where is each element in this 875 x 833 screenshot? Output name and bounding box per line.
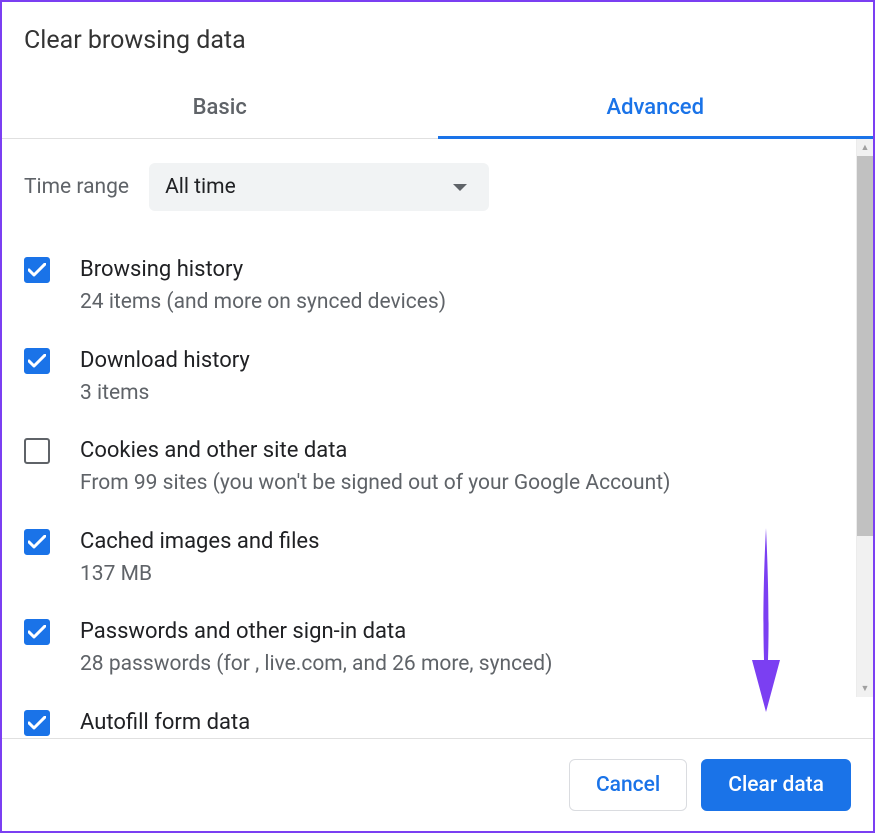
option-text: Browsing history24 items (and more on sy… [80,253,873,320]
option-description: 3 items [80,377,833,411]
time-range-row: Time range All time [2,163,873,241]
scroll-thumb[interactable] [857,156,873,536]
option-checkbox[interactable] [24,619,50,645]
clear-data-button[interactable]: Clear data [701,759,851,811]
chevron-down-icon [453,184,467,191]
tab-basic[interactable]: Basic [2,83,438,138]
option-title: Cached images and files [80,525,833,558]
option-description: 28 passwords (for , live.com, and 26 mor… [80,648,833,682]
vertical-scrollbar[interactable]: ▲ ▼ [856,139,873,697]
option-row: Download history3 items [24,332,873,423]
option-description: From 99 sites (you won't be signed out o… [80,467,833,501]
option-text: Passwords and other sign-in data28 passw… [80,615,873,682]
option-title: Download history [80,344,833,377]
clear-browsing-data-dialog: Clear browsing data Basic Advanced Time … [2,2,873,831]
option-row: Cached images and files137 MB [24,513,873,604]
time-range-label: Time range [24,175,129,199]
option-row: Passwords and other sign-in data28 passw… [24,603,873,694]
option-row: Autofill form data [24,694,873,738]
option-checkbox[interactable] [24,529,50,555]
dialog-title: Clear browsing data [2,2,873,55]
scroll-down-arrow-icon[interactable]: ▼ [857,680,873,697]
dialog-body: Time range All time Browsing history24 i… [2,139,873,738]
option-checkbox[interactable] [24,257,50,283]
option-description: 137 MB [80,558,833,592]
tab-label: Advanced [606,95,704,120]
tab-bar: Basic Advanced [2,83,873,139]
option-title: Passwords and other sign-in data [80,615,833,648]
tab-label: Basic [193,95,247,120]
option-text: Autofill form data [80,706,873,738]
option-title: Cookies and other site data [80,434,833,467]
dialog-footer: Cancel Clear data [2,738,873,831]
scroll-track[interactable] [857,156,873,680]
option-title: Browsing history [80,253,833,286]
content-scroll-area: Time range All time Browsing history24 i… [2,139,873,738]
tab-advanced[interactable]: Advanced [438,83,874,138]
option-row: Browsing history24 items (and more on sy… [24,241,873,332]
time-range-value: All time [165,175,236,199]
option-text: Cached images and files137 MB [80,525,873,592]
cancel-button[interactable]: Cancel [569,759,687,811]
options-list: Browsing history24 items (and more on sy… [2,241,873,738]
option-row: Cookies and other site dataFrom 99 sites… [24,422,873,513]
option-text: Cookies and other site dataFrom 99 sites… [80,434,873,501]
option-description: 24 items (and more on synced devices) [80,286,833,320]
time-range-select[interactable]: All time [149,163,489,211]
scroll-up-arrow-icon[interactable]: ▲ [857,139,873,156]
option-checkbox[interactable] [24,710,50,736]
option-checkbox[interactable] [24,438,50,464]
option-title: Autofill form data [80,706,833,738]
option-checkbox[interactable] [24,348,50,374]
button-label: Cancel [596,773,660,797]
option-text: Download history3 items [80,344,873,411]
button-label: Clear data [728,773,824,797]
